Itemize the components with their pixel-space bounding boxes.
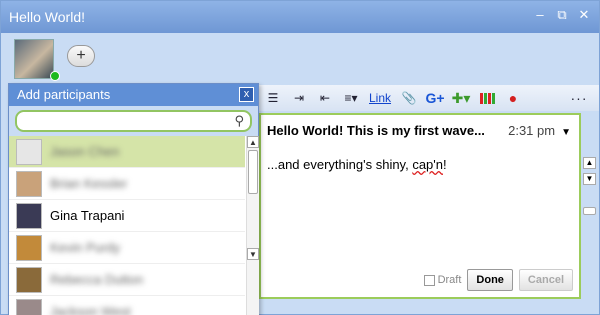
poll-bars-icon[interactable] bbox=[475, 87, 499, 109]
scroll-down-icon[interactable]: ▼ bbox=[247, 248, 259, 260]
contact-list: Jason Chen Brian Kessler Gina Trapani Ke… bbox=[9, 136, 245, 315]
blip-header: Hello World! This is my first wave... 2:… bbox=[267, 123, 571, 138]
contact-avatar bbox=[16, 138, 42, 165]
scroll-thumb[interactable] bbox=[248, 150, 258, 194]
add-gadget-icon[interactable]: G+ bbox=[423, 87, 447, 109]
add-participants-popup: Add participants x ⚲ Jason Chen Brian Ke… bbox=[8, 83, 259, 315]
cancel-button[interactable]: Cancel bbox=[518, 269, 573, 291]
contact-avatar bbox=[16, 234, 42, 261]
outdent-icon[interactable]: ⇤ bbox=[313, 87, 337, 109]
draft-label: Draft bbox=[437, 274, 462, 286]
blip-menu-chevron-down-icon[interactable]: ▼ bbox=[561, 127, 571, 138]
blip-body[interactable]: ...and everything's shiny, cap'n! bbox=[267, 157, 447, 172]
online-status-icon bbox=[50, 71, 60, 81]
contact-avatar bbox=[16, 266, 42, 293]
contact-avatar bbox=[16, 298, 42, 315]
formatting-toolbar: ☰ ⇥ ⇤ ≡▾ Link 📎 G+ ✚▾ ● ··· bbox=[257, 85, 599, 111]
wave-blip[interactable]: Hello World! This is my first wave... 2:… bbox=[259, 113, 581, 299]
blip-body-end: ! bbox=[443, 157, 447, 172]
misspelled-word[interactable]: cap'n bbox=[412, 157, 443, 172]
add-participant-button[interactable]: + bbox=[67, 45, 95, 67]
blip-time[interactable]: 2:31 pm ▼ bbox=[508, 123, 571, 138]
search-input[interactable] bbox=[23, 112, 223, 130]
align-icon[interactable]: ≡▾ bbox=[339, 87, 363, 109]
search-box[interactable]: ⚲ bbox=[15, 110, 252, 132]
contact-avatar bbox=[16, 170, 42, 197]
contact-row[interactable]: Rebecca Dutton bbox=[9, 264, 245, 296]
window-title: Hello World! bbox=[9, 9, 85, 25]
search-area: ⚲ bbox=[9, 106, 258, 136]
attachment-icon[interactable]: 📎 bbox=[397, 87, 421, 109]
contact-name: Brian Kessler bbox=[50, 176, 128, 191]
contact-list-scrollbar[interactable]: ▲ ▼ bbox=[246, 136, 259, 315]
window-titlebar: Hello World! – ⧉ ✕ bbox=[1, 1, 599, 33]
done-button[interactable]: Done bbox=[467, 269, 513, 291]
scroll-thumb[interactable] bbox=[583, 207, 596, 215]
contact-row[interactable]: Kevin Purdy bbox=[9, 232, 245, 264]
extensions-puzzle-icon[interactable]: ✚▾ bbox=[449, 87, 473, 109]
link-button[interactable]: Link bbox=[365, 87, 395, 109]
contact-name: Gina Trapani bbox=[50, 208, 125, 223]
search-icon[interactable]: ⚲ bbox=[234, 113, 244, 129]
draft-checkbox[interactable] bbox=[423, 274, 435, 286]
more-options-icon[interactable]: ··· bbox=[567, 87, 591, 109]
bullet-list-icon[interactable]: ☰ bbox=[261, 87, 285, 109]
restore-icon[interactable]: ⧉ bbox=[555, 8, 569, 22]
contact-name: Rebecca Dutton bbox=[50, 272, 144, 287]
contact-row[interactable]: Jackson West bbox=[9, 296, 245, 315]
minimize-icon[interactable]: – bbox=[533, 8, 547, 22]
blip-title: Hello World! This is my first wave... bbox=[267, 123, 485, 138]
contact-row[interactable]: Jason Chen bbox=[9, 136, 245, 168]
contact-row[interactable]: Brian Kessler bbox=[9, 168, 245, 200]
contact-name: Jackson West bbox=[50, 304, 131, 315]
close-icon[interactable]: ✕ bbox=[577, 8, 591, 22]
participants-bar: + bbox=[1, 33, 599, 83]
map-pin-icon[interactable]: ● bbox=[501, 87, 525, 109]
blip-body-text: ...and everything's shiny, bbox=[267, 157, 413, 172]
contact-row[interactable]: Gina Trapani bbox=[9, 200, 245, 232]
contact-avatar bbox=[16, 202, 42, 229]
scroll-up-icon[interactable]: ▲ bbox=[247, 136, 259, 148]
window-controls: – ⧉ ✕ bbox=[533, 8, 591, 22]
avatar[interactable] bbox=[14, 39, 54, 79]
scroll-up-icon[interactable]: ▲ bbox=[583, 157, 596, 169]
popup-close-icon[interactable]: x bbox=[239, 87, 254, 102]
wave-window: Hello World! – ⧉ ✕ + ☰ ⇥ ⇤ ≡▾ Link 📎 G+ … bbox=[0, 0, 600, 315]
popup-title: Add participants bbox=[17, 87, 111, 102]
contact-name: Kevin Purdy bbox=[50, 240, 121, 255]
draft-toggle[interactable]: Draft bbox=[423, 274, 462, 286]
popup-header: Add participants x bbox=[9, 84, 258, 106]
wave-scrollbar[interactable]: ▲ ▼ bbox=[582, 113, 597, 315]
blip-time-text: 2:31 pm bbox=[508, 123, 556, 138]
indent-icon[interactable]: ⇥ bbox=[287, 87, 311, 109]
scroll-down-icon[interactable]: ▼ bbox=[583, 173, 596, 185]
blip-actions: Draft Done Cancel bbox=[423, 269, 573, 291]
contact-name: Jason Chen bbox=[50, 144, 120, 159]
